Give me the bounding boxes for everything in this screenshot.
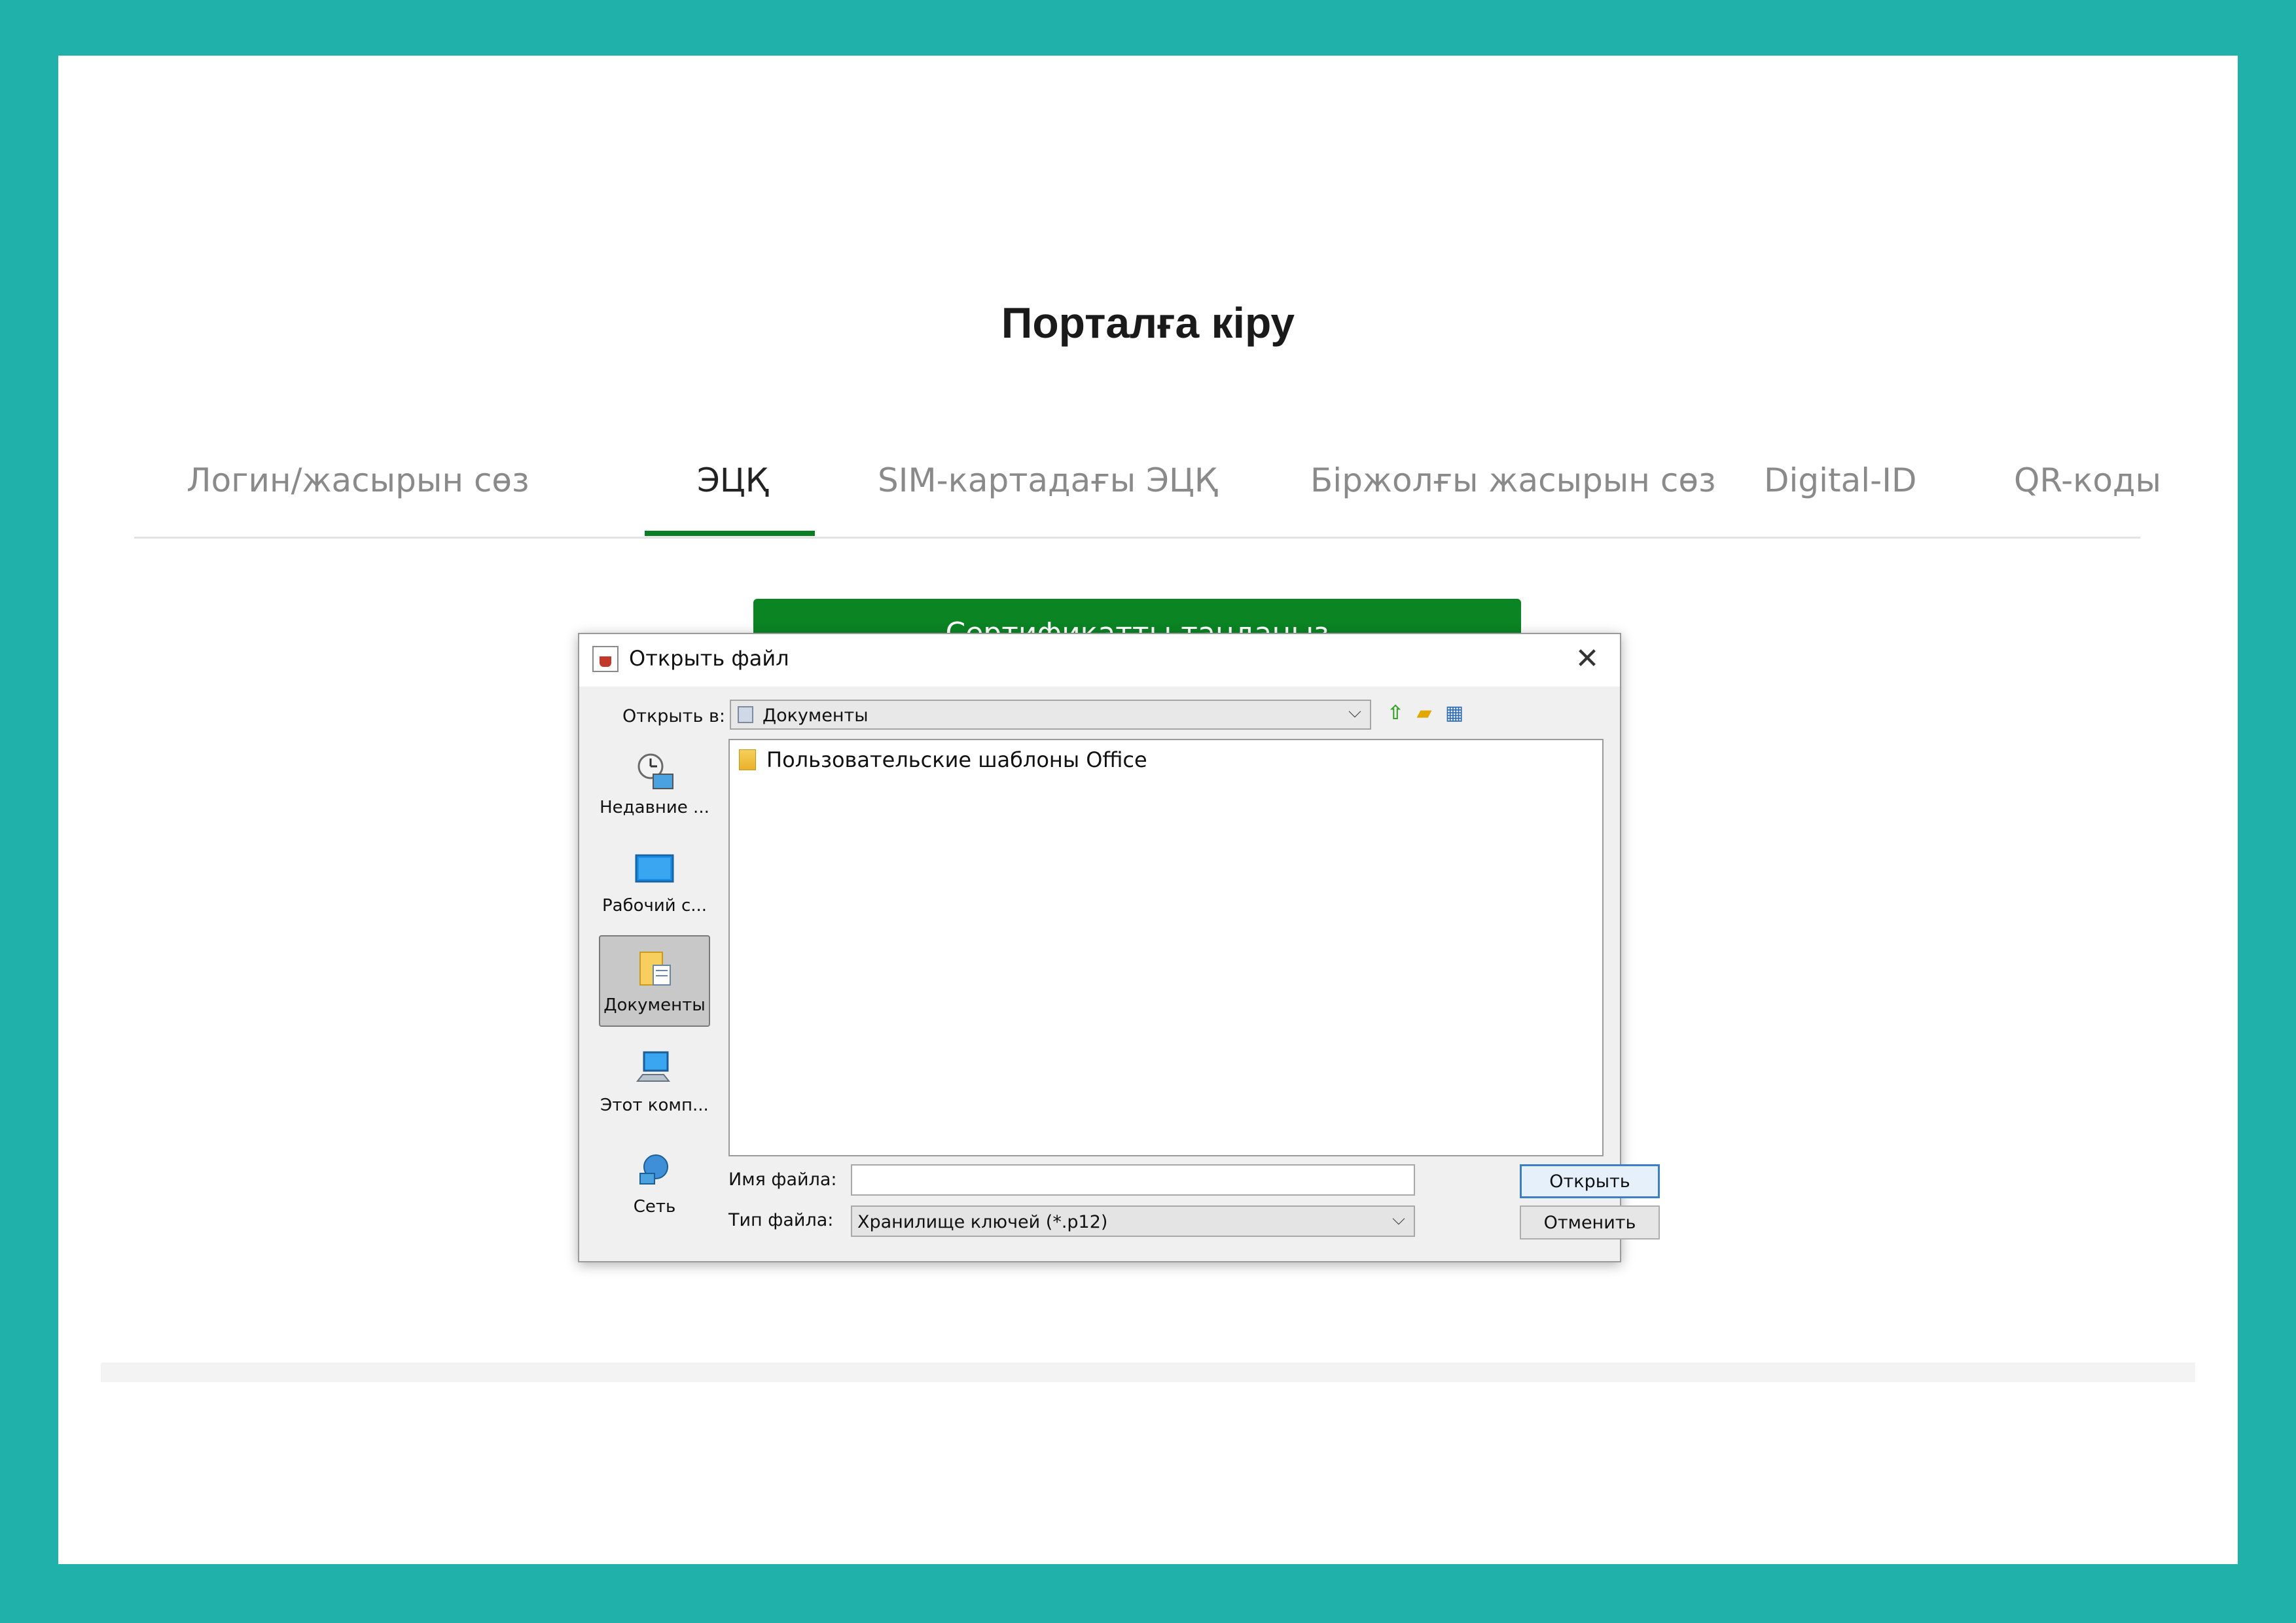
place-documents[interactable]: Документы xyxy=(599,935,710,1027)
network-icon xyxy=(639,1154,668,1185)
place-desktop[interactable]: Рабочий с... xyxy=(599,837,710,929)
file-type-label: Тип файла: xyxy=(728,1210,834,1230)
place-this-pc[interactable]: Этот комп... xyxy=(599,1037,710,1128)
new-folder-icon[interactable]: ▰ xyxy=(1412,701,1437,726)
file-name-label: Имя файла: xyxy=(728,1169,837,1190)
java-app-icon xyxy=(592,646,619,672)
active-tab-indicator xyxy=(645,531,815,536)
place-recent[interactable]: Недавние ... xyxy=(599,739,710,830)
footer-divider xyxy=(101,1363,2195,1382)
place-label: Сеть xyxy=(633,1197,676,1217)
close-icon[interactable]: ✕ xyxy=(1571,643,1603,675)
open-button[interactable]: Открыть xyxy=(1520,1164,1660,1198)
documents-icon xyxy=(639,952,671,986)
place-label: Рабочий с... xyxy=(601,896,708,916)
desktop-icon xyxy=(635,854,674,883)
dialog-titlebar[interactable]: Открыть файл ✕ xyxy=(579,634,1620,687)
tab-eds[interactable]: ЭЦҚ xyxy=(697,461,768,499)
chevron-down-icon: ⌵ xyxy=(1348,702,1361,722)
file-list[interactable]: Пользовательские шаблоны Office xyxy=(728,739,1604,1156)
view-menu-icon[interactable]: ▦ xyxy=(1442,701,1467,726)
dialog-title: Открыть файл xyxy=(629,646,789,671)
place-label: Этот комп... xyxy=(600,1096,709,1115)
look-in-value: Документы xyxy=(762,705,869,726)
cancel-button[interactable]: Отменить xyxy=(1520,1205,1660,1240)
tab-one-time-password[interactable]: Біржолғы жасырын сөз xyxy=(1310,461,1716,499)
tab-sim-eds[interactable]: SIM-картадағы ЭЦҚ xyxy=(878,461,1217,499)
computer-icon xyxy=(636,1051,671,1082)
places-bar: Недавние ... Рабочий с... Документы Этот… xyxy=(592,739,713,1249)
place-label: Документы xyxy=(603,995,706,1015)
folder-icon xyxy=(739,749,756,770)
look-in-label: Открыть в: xyxy=(622,706,725,726)
place-network[interactable]: Сеть xyxy=(599,1138,710,1230)
file-type-value: Хранилище ключей (*.p12) xyxy=(857,1212,1108,1232)
tab-digital-id[interactable]: Digital-ID xyxy=(1764,461,1916,499)
place-label: Недавние ... xyxy=(600,798,709,817)
page-title: Порталға кіру xyxy=(1001,298,1295,347)
open-file-dialog: Открыть файл ✕ Открыть в: Документы ⌵ ⇧ … xyxy=(578,633,1660,1262)
file-type-select[interactable]: Хранилище ключей (*.p12) ⌵ xyxy=(851,1205,1415,1237)
file-name: Пользовательские шаблоны Office xyxy=(766,747,1147,772)
chevron-down-icon: ⌵ xyxy=(1392,1209,1405,1229)
up-folder-icon[interactable]: ⇧ xyxy=(1383,701,1408,726)
recent-icon xyxy=(637,753,673,789)
file-name-input[interactable] xyxy=(851,1164,1415,1196)
look-in-select[interactable]: Документы ⌵ xyxy=(730,700,1371,730)
tab-qr-code[interactable]: QR-коды xyxy=(2014,461,2161,499)
login-method-tabs: Логин/жасырын сөз ЭЦҚ SIM-картадағы ЭЦҚ … xyxy=(134,435,2161,539)
tab-login-password[interactable]: Логин/жасырын сөз xyxy=(187,461,529,499)
documents-small-icon xyxy=(738,706,753,723)
list-item[interactable]: Пользовательские шаблоны Office xyxy=(739,747,1147,773)
